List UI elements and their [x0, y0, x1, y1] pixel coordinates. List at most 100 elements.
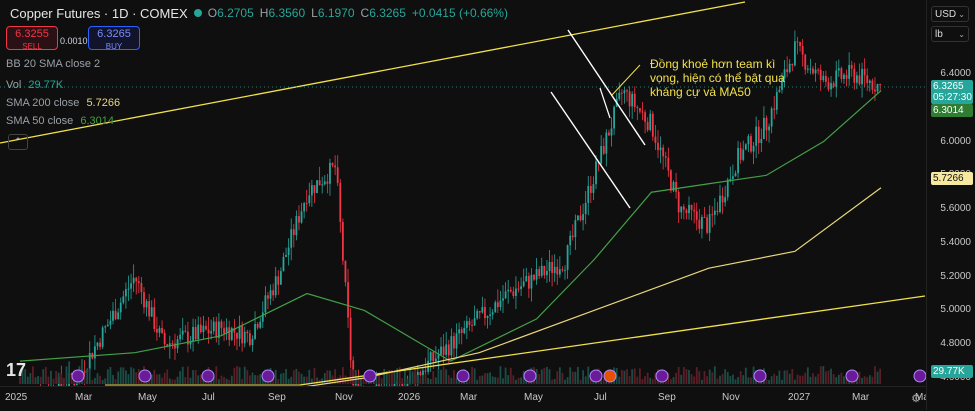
sma50-value: 6.3014: [80, 115, 114, 127]
volume-bar: [336, 377, 339, 384]
volume-bar: [866, 377, 869, 384]
volume-bar: [814, 376, 817, 384]
candle-body: [321, 184, 324, 186]
candle-body: [796, 41, 799, 43]
volume-bar: [238, 367, 241, 384]
vol-label: Vol: [6, 79, 22, 91]
volume-bar: [770, 376, 773, 384]
volume-bar: [440, 369, 442, 384]
volume-bar: [104, 378, 107, 384]
event-marker[interactable]: [363, 369, 377, 383]
candle-body: [628, 91, 631, 107]
volume-bar: [517, 377, 520, 384]
candle-body: [132, 277, 135, 284]
candle-body: [241, 325, 244, 344]
symbol-title[interactable]: Copper Futures · 1D · COMEX: [10, 6, 188, 21]
candle-body: [533, 274, 535, 280]
candle-body: [595, 161, 597, 185]
candle-body: [99, 342, 101, 347]
candle-body: [812, 68, 814, 74]
candle-body: [476, 311, 479, 319]
bb-indicator-legend[interactable]: BB 20 SMA close 2: [6, 58, 100, 70]
candle-body: [450, 336, 453, 356]
event-marker[interactable]: [138, 369, 152, 383]
candle-body: [256, 323, 259, 328]
gear-icon[interactable]: ⚙: [911, 392, 921, 405]
volume-bar: [39, 376, 42, 384]
symbol-header[interactable]: Copper Futures · 1D · COMEX O6.2705 H6.3…: [6, 5, 514, 21]
event-marker[interactable]: [71, 369, 85, 383]
candle-body: [277, 276, 280, 285]
candle-body: [693, 209, 696, 212]
event-marker[interactable]: [523, 369, 537, 383]
buy-button[interactable]: 6.3265 BUY: [88, 26, 140, 51]
time-axis-label: May: [524, 392, 543, 403]
event-marker[interactable]: [603, 369, 617, 383]
candle-body: [757, 126, 760, 144]
volume-bar: [840, 372, 843, 384]
event-marker[interactable]: [456, 369, 470, 383]
event-marker[interactable]: [913, 369, 927, 383]
ohlc-high: H6.3560: [259, 6, 306, 20]
candle-body: [876, 84, 879, 92]
candle-body: [251, 338, 254, 346]
volume-bar: [858, 371, 861, 384]
candle-body: [458, 329, 461, 334]
candle-body: [840, 68, 843, 79]
candle-body: [703, 216, 706, 218]
sma200-indicator-legend[interactable]: SMA 200 close 5.7266: [6, 97, 120, 109]
chart-annotation-text[interactable]: Đồng khoẻ hơn team kì vọng, hiện có thể …: [650, 57, 790, 99]
candle-body: [538, 269, 541, 276]
candle-body: [109, 320, 112, 325]
event-marker[interactable]: [261, 369, 275, 383]
volume-bar: [744, 367, 747, 384]
event-marker[interactable]: [655, 369, 669, 383]
volume-bar: [558, 367, 561, 384]
candle-body: [835, 70, 838, 87]
price-tick: 5.4000: [940, 236, 971, 248]
volume-bar: [233, 367, 236, 384]
volume-bar: [706, 376, 708, 384]
volume-bar: [835, 377, 838, 384]
volume-bar: [256, 375, 259, 384]
event-marker[interactable]: [201, 369, 215, 383]
candle-body: [158, 328, 161, 333]
price-scale[interactable]: USD⌄ lb⌄ 6.40006.20006.00005.80005.60005…: [926, 0, 975, 410]
event-marker[interactable]: [589, 369, 603, 383]
currency-select[interactable]: USD ⌄: [931, 6, 969, 22]
candle-body: [308, 195, 311, 204]
volume-bar: [401, 378, 404, 384]
sell-button[interactable]: 6.3255 SELL: [6, 26, 58, 51]
volume-bar: [197, 375, 200, 384]
volume-bar: [442, 366, 445, 384]
candle-body: [341, 221, 344, 261]
volume-bar: [132, 368, 135, 384]
volume-bar: [279, 373, 282, 384]
volume-bar: [349, 368, 352, 384]
candle-body: [207, 329, 210, 334]
candle-body: [644, 112, 646, 122]
volume-bar: [246, 370, 249, 384]
sma50-indicator-legend[interactable]: SMA 50 close 6.3014: [6, 115, 114, 127]
unit-select[interactable]: lb ⌄: [931, 26, 969, 42]
volume-bar: [672, 377, 675, 384]
volume-bar: [478, 375, 481, 384]
candle-body: [269, 290, 272, 299]
candle-body: [737, 148, 739, 174]
collapse-legend-icon[interactable]: ⌃: [8, 134, 28, 150]
price-chart[interactable]: [0, 0, 975, 410]
candle-body: [558, 269, 561, 275]
chevron-down-icon: ⌄: [958, 10, 965, 19]
volume-bar: [393, 371, 396, 384]
tradingview-logo[interactable]: 17: [6, 360, 26, 381]
volume-bar: [644, 376, 646, 384]
event-marker[interactable]: [753, 369, 767, 383]
candle-body: [698, 219, 701, 229]
candle-body: [282, 256, 285, 272]
volume-bar: [243, 366, 246, 384]
volume-bar: [494, 377, 497, 384]
vol-indicator-legend[interactable]: Vol 29.77K: [6, 79, 63, 91]
volume-bar: [569, 367, 572, 384]
candle-body: [618, 92, 621, 99]
event-marker[interactable]: [845, 369, 859, 383]
